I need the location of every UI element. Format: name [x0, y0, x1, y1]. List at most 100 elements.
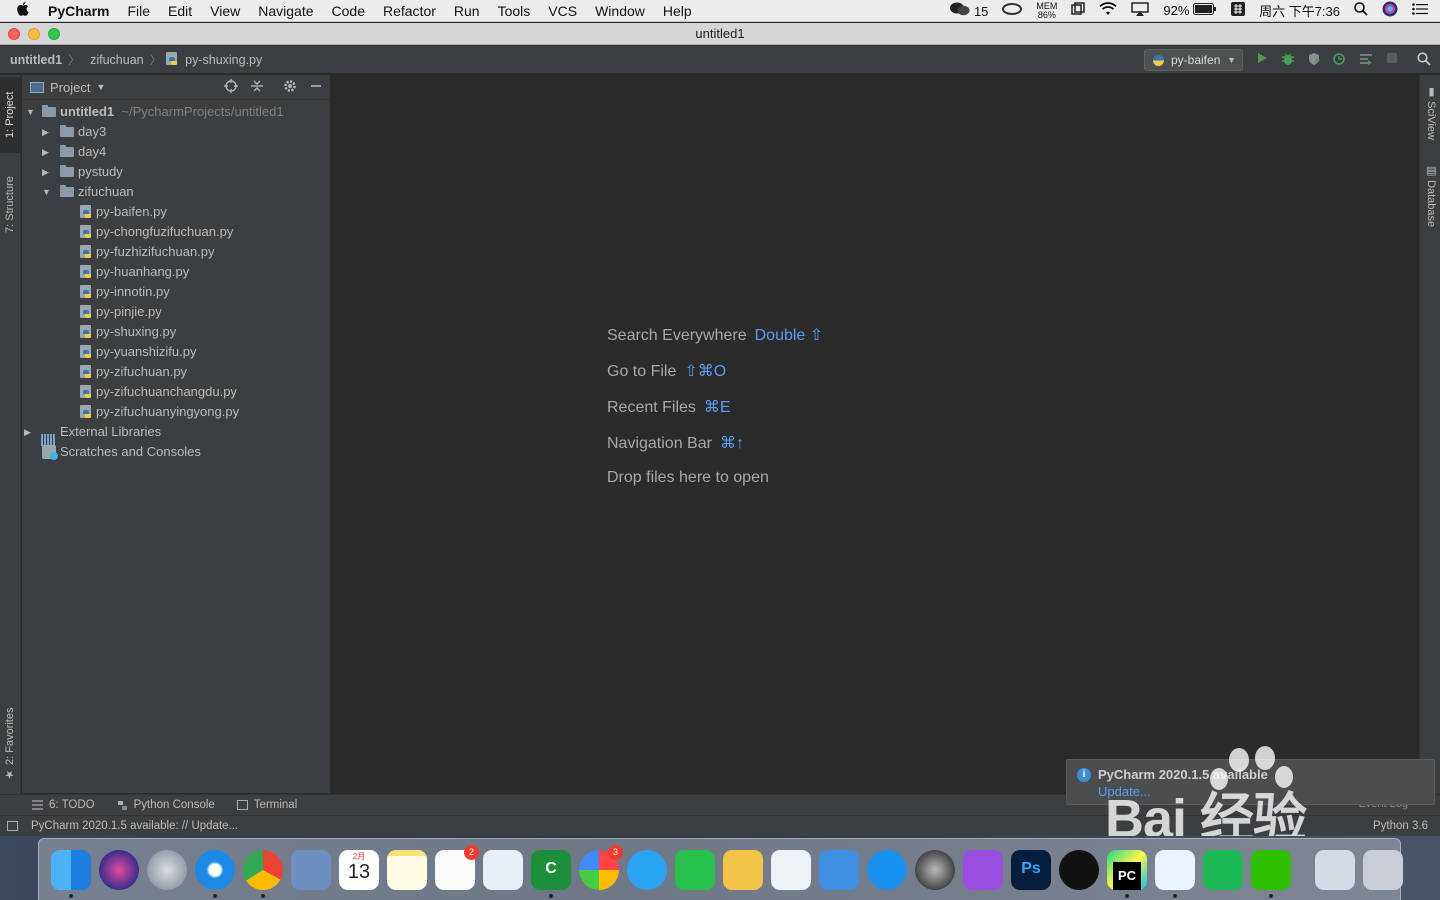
run-configuration-dropdown[interactable]: py-baifen ▼ [1144, 49, 1243, 71]
launchpad-icon[interactable] [147, 849, 187, 890]
locate-file-icon[interactable] [223, 79, 239, 95]
tree-node-file[interactable]: py-zifuchuanyingyong.py [22, 402, 330, 422]
pycharm-icon[interactable]: PC [1107, 849, 1147, 898]
finder-icon[interactable] [51, 849, 91, 898]
expanded-arrow-icon[interactable]: ▼ [42, 182, 51, 202]
apple-menu-icon[interactable] [0, 1, 44, 20]
battery-status[interactable]: 92% [1163, 3, 1217, 18]
tool-tab-terminal[interactable]: Terminal [225, 799, 307, 811]
window-close-button[interactable] [8, 28, 20, 40]
menu-vcs[interactable]: VCS [539, 3, 586, 19]
tool-tab-todo[interactable]: 6: TODO [0, 799, 105, 811]
reminders-icon[interactable]: 2 [435, 844, 479, 890]
tree-node-scratches[interactable]: Scratches and Consoles [22, 442, 330, 462]
tool-tab-sciview[interactable]: ▮ SciView [1420, 81, 1440, 143]
collapsed-arrow-icon[interactable]: ▶ [42, 162, 49, 182]
menu-run[interactable]: Run [445, 3, 489, 19]
menu-window[interactable]: Window [586, 3, 654, 19]
notification-center-icon[interactable] [1412, 3, 1428, 18]
update-link[interactable]: Update... [1098, 784, 1151, 799]
photoshop-icon[interactable]: Ps [1011, 849, 1051, 890]
tree-node-file[interactable]: py-zifuchuanchangdu.py [22, 382, 330, 402]
tree-node-folder[interactable]: ▼ zifuchuan [22, 182, 330, 202]
airplay-icon[interactable] [1131, 2, 1150, 19]
run-button[interactable] [1254, 52, 1270, 68]
tool-tab-structure[interactable]: 7: Structure [0, 163, 21, 247]
window-minimize-button[interactable] [28, 28, 40, 40]
numbers-icon[interactable] [771, 849, 811, 890]
photos-icon[interactable]: 3 [579, 844, 623, 890]
tree-node-file[interactable]: py-shuxing.py [22, 322, 330, 342]
input-method-icon[interactable] [1231, 2, 1246, 19]
concurrency-button[interactable] [1358, 52, 1374, 68]
facetime-icon[interactable] [675, 849, 715, 890]
menu-help[interactable]: Help [654, 3, 701, 19]
menu-app-pycharm[interactable]: PyCharm [44, 3, 118, 19]
creative-cloud-icon[interactable] [1002, 3, 1023, 18]
system-preferences-icon[interactable] [915, 849, 955, 890]
tree-node-file[interactable]: py-yuanshizifu.py [22, 342, 330, 362]
tree-node-folder[interactable]: ▶ day4 [22, 142, 330, 162]
preview-icon[interactable] [291, 849, 331, 890]
update-notification[interactable]: i PyCharm 2020.1.5 available Update... [1066, 759, 1435, 805]
siri-icon[interactable] [1382, 1, 1398, 20]
spotlight-search-icon[interactable] [1354, 2, 1368, 19]
calendar-icon[interactable]: 2月 13 [339, 849, 379, 890]
collapsed-arrow-icon[interactable]: ▶ [42, 142, 49, 162]
breadcrumb-file[interactable]: py-shuxing.py [162, 52, 269, 67]
image-capture-icon[interactable] [483, 849, 523, 890]
downloads-stack-icon[interactable] [1315, 849, 1355, 890]
omnifocus-icon[interactable] [963, 849, 1003, 890]
chrome-icon[interactable] [243, 849, 283, 898]
hide-panel-icon[interactable] [308, 79, 324, 95]
status-message[interactable]: PyCharm 2020.1.5 available: // Update... [31, 816, 238, 836]
tool-tab-database[interactable]: ▤ Database [1420, 161, 1440, 231]
breadcrumb-folder[interactable]: zifuchuan [80, 53, 150, 67]
tree-node-file[interactable]: py-fuzhizifuchuan.py [22, 242, 330, 262]
tree-node-file[interactable]: py-pinjie.py [22, 302, 330, 322]
profile-button[interactable] [1332, 52, 1348, 68]
wifi-icon[interactable] [1099, 2, 1118, 19]
tree-node-folder[interactable]: ▶ pystudy [22, 162, 330, 182]
pages-icon[interactable] [723, 849, 763, 890]
menu-view[interactable]: View [201, 3, 249, 19]
tool-tab-project[interactable]: 1: Project [0, 77, 21, 153]
search-everywhere-icon[interactable] [1416, 52, 1432, 68]
clock[interactable]: 周六 下午7:36 [1259, 1, 1340, 20]
messages-icon[interactable] [627, 849, 667, 890]
menu-navigate[interactable]: Navigate [249, 3, 322, 19]
tree-node-external-libraries[interactable]: ▶ External Libraries [22, 422, 330, 446]
window-zoom-button[interactable] [48, 28, 60, 40]
qq-icon[interactable] [1059, 849, 1099, 890]
menu-edit[interactable]: Edit [159, 3, 201, 19]
menu-tools[interactable]: Tools [489, 3, 540, 19]
wechat-app-icon[interactable] [1251, 849, 1291, 898]
collapsed-arrow-icon[interactable]: ▶ [42, 122, 49, 142]
safari-icon[interactable] [195, 849, 235, 898]
iqiyi-icon[interactable] [1203, 849, 1243, 890]
tree-node-folder[interactable]: ▶ day3 [22, 122, 330, 142]
tree-node-file[interactable]: py-innotin.py [22, 282, 330, 302]
camtasia-icon[interactable]: C [531, 849, 571, 898]
wechat-status[interactable]: 15 [950, 2, 988, 19]
trash-icon[interactable] [1363, 849, 1403, 890]
stop-button[interactable] [1384, 52, 1400, 68]
project-view-selector[interactable]: Project [50, 80, 90, 95]
editor-area[interactable]: Search Everywhere Double ⇧ Go to File ⇧⌘O … [331, 75, 1418, 793]
notes-icon[interactable] [387, 849, 427, 890]
menu-file[interactable]: File [118, 3, 159, 19]
expanded-arrow-icon[interactable]: ▼ [26, 102, 35, 122]
tree-node-root[interactable]: ▼ untitled1 ~/PycharmProjects/untitled1 [22, 102, 330, 122]
baidu-netdisk-icon[interactable] [1155, 849, 1195, 898]
collapsed-arrow-icon[interactable]: ▶ [24, 422, 31, 442]
tool-windows-toggle-icon[interactable] [7, 821, 18, 831]
menu-refactor[interactable]: Refactor [374, 3, 445, 19]
app-store-icon[interactable] [867, 849, 907, 890]
menu-code[interactable]: Code [323, 3, 374, 19]
tree-node-file[interactable]: py-zifuchuan.py [22, 362, 330, 382]
chevron-down-icon[interactable]: ▼ [96, 82, 105, 92]
tool-tab-favorites[interactable]: ★ 2: Favorites [0, 699, 21, 789]
collapse-all-icon[interactable] [249, 79, 265, 95]
tree-node-file[interactable]: py-huanhang.py [22, 262, 330, 282]
siri-app-icon[interactable] [99, 849, 139, 890]
